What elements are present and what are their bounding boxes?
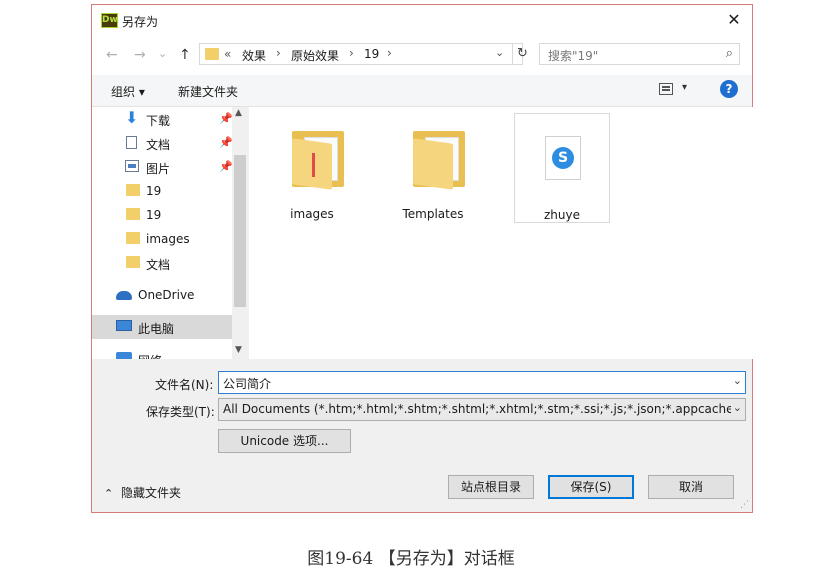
hide-folders-button[interactable]: 隐藏文件夹	[121, 484, 181, 501]
pictures-icon	[125, 160, 139, 172]
breadcrumb-item[interactable]: 原始效果	[291, 47, 339, 64]
document-icon	[126, 136, 137, 149]
filename-input[interactable]: 公司简介	[223, 375, 271, 392]
command-toolbar: 组织 ▾ 新建文件夹 ▾ ?	[92, 75, 752, 107]
chevron-up-icon[interactable]: ⌃	[104, 487, 113, 500]
file-name: Templates	[402, 207, 464, 221]
sidebar-item-network[interactable]: 网络	[92, 347, 232, 359]
sidebar-item-onedrive[interactable]: OneDrive	[92, 283, 232, 307]
up-arrow-icon[interactable]: ↑	[179, 47, 191, 63]
search-box[interactable]: 搜索"19" ⌕	[539, 43, 740, 65]
folder-icon	[292, 131, 344, 190]
breadcrumb-separator-icon[interactable]: ›	[349, 46, 354, 60]
figure-caption: 图19-64 【另存为】对话框	[307, 549, 515, 569]
cancel-button[interactable]: 取消	[648, 475, 734, 499]
new-folder-button[interactable]: 新建文件夹	[178, 83, 238, 100]
address-dropdown-icon[interactable]: ⌄	[495, 46, 504, 59]
folder-icon	[413, 131, 465, 190]
recent-locations-chevron-icon[interactable]: ⌄	[158, 47, 167, 60]
file-name: zhuye	[544, 208, 580, 222]
computer-icon	[116, 320, 132, 331]
chevron-down-icon[interactable]: ⌄	[733, 401, 742, 414]
folder-icon	[205, 48, 219, 60]
sidebar-item-label: images	[146, 232, 190, 246]
file-name: images	[290, 207, 334, 221]
address-bar[interactable]: « 效果 › 原始效果 › 19 › ⌄ ↻	[199, 43, 528, 65]
sidebar-item-folder[interactable]: 19	[92, 179, 232, 203]
sidebar-item-label: 文档	[146, 138, 171, 152]
breadcrumb-item[interactable]: 19	[364, 47, 379, 61]
folder-icon	[126, 232, 140, 244]
sidebar-item-label: 网络	[138, 352, 162, 359]
sidebar-item-label: 19	[146, 184, 162, 198]
pin-icon[interactable]: 📌	[219, 160, 233, 173]
download-arrow-icon: ⬇	[125, 108, 139, 127]
sidebar-item-label: 此电脑	[138, 322, 175, 336]
folder-icon	[126, 208, 140, 220]
folder-icon	[126, 184, 140, 196]
title-bar: Dw 另存为 ✕	[92, 5, 752, 37]
dreamweaver-app-icon: Dw	[101, 13, 118, 28]
network-icon	[116, 352, 132, 359]
refresh-icon[interactable]: ↻	[512, 44, 532, 64]
sidebar-item-folder[interactable]: 文档	[92, 251, 232, 275]
sidebar-item-label: 下载	[146, 114, 171, 128]
filetype-value: All Documents (*.htm;*.html;*.shtm;*.sht…	[223, 402, 731, 416]
save-button[interactable]: 保存(S)	[548, 475, 634, 499]
filename-field[interactable]: 公司简介 ⌄	[218, 371, 746, 394]
search-input[interactable]: 搜索"19"	[548, 47, 598, 64]
chevron-down-icon[interactable]: ⌄	[733, 374, 742, 387]
organize-button[interactable]: 组织 ▾	[111, 83, 145, 100]
sidebar-item-folder[interactable]: 19	[92, 203, 232, 227]
cloud-icon	[116, 291, 132, 300]
sidebar-item-label: 19	[146, 208, 162, 222]
site-root-button[interactable]: 站点根目录	[448, 475, 534, 499]
html-file-icon: S	[545, 136, 581, 180]
scroll-thumb[interactable]	[234, 155, 246, 307]
s-logo-icon: S	[552, 147, 574, 169]
view-options-icon[interactable]	[659, 83, 673, 95]
resize-grip-icon[interactable]: ⋰	[740, 500, 750, 510]
sidebar-item-label: 文档	[146, 258, 171, 272]
help-icon[interactable]: ?	[720, 80, 738, 98]
folder-icon	[126, 256, 140, 268]
unicode-options-button[interactable]: Unicode 选项...	[218, 429, 351, 453]
sidebar-item-documents[interactable]: 文档 📌	[92, 131, 233, 155]
sidebar-item-label: 图片	[146, 162, 171, 176]
sidebar-scrollbar[interactable]: ▲ ▼	[232, 107, 248, 359]
file-item-html[interactable]: S zhuye	[514, 113, 610, 223]
sidebar-item-folder[interactable]: images	[92, 227, 232, 251]
pin-icon[interactable]: 📌	[219, 136, 233, 149]
sidebar-item-pictures[interactable]: 图片 📌	[92, 155, 233, 179]
sidebar-item-this-pc[interactable]: 此电脑	[92, 315, 232, 339]
filename-label: 文件名(N):	[155, 378, 214, 392]
save-as-dialog: Dw 另存为 ✕ ← → ⌄ ↑ « 效果 › 原始效果 › 19 › ⌄ ↻ …	[91, 4, 753, 513]
sidebar-item-downloads[interactable]: ⬇ 下载 📌	[92, 107, 233, 131]
navigation-pane: ⬇ 下载 📌 文档 📌 图片 📌 19 19 images 文档 OneDriv…	[92, 107, 248, 359]
pin-icon[interactable]: 📌	[219, 112, 233, 125]
close-icon[interactable]: ✕	[726, 12, 742, 28]
scroll-down-icon[interactable]: ▼	[235, 345, 242, 355]
breadcrumb-overflow[interactable]: «	[224, 47, 231, 61]
back-arrow-icon[interactable]: ←	[106, 47, 118, 63]
filetype-label: 保存类型(T):	[146, 405, 215, 419]
breadcrumb-separator-icon[interactable]: ›	[387, 46, 392, 60]
dialog-title: 另存为	[122, 15, 159, 29]
file-item-folder[interactable]: images	[264, 117, 360, 227]
scroll-up-icon[interactable]: ▲	[235, 108, 242, 118]
breadcrumb-item[interactable]: 效果	[242, 47, 266, 64]
search-icon[interactable]: ⌕	[726, 46, 733, 61]
breadcrumb-separator-icon[interactable]: ›	[276, 46, 281, 60]
file-list-pane: images Templates S zhuye	[249, 107, 753, 359]
forward-arrow-icon[interactable]: →	[134, 47, 146, 63]
view-dropdown-icon[interactable]: ▾	[682, 82, 687, 93]
sidebar-item-label: OneDrive	[138, 288, 195, 302]
filetype-select[interactable]: All Documents (*.htm;*.html;*.shtm;*.sht…	[218, 398, 746, 421]
file-item-folder[interactable]: Templates	[385, 117, 481, 227]
